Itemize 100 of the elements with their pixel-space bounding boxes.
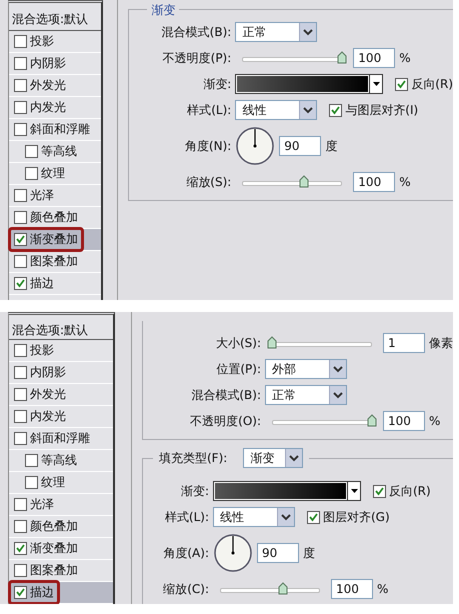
checkbox[interactable]: [329, 104, 342, 116]
item-label: 渐变叠加: [30, 540, 78, 557]
unit-label: %: [399, 175, 411, 189]
unit-label: 像素: [429, 334, 453, 352]
chevron-down-icon[interactable]: [285, 449, 302, 467]
checkbox[interactable]: [25, 167, 38, 180]
checkbox[interactable]: [373, 484, 386, 498]
checkbox[interactable]: [14, 277, 27, 290]
caret-icon[interactable]: [350, 488, 358, 494]
list-header[interactable]: 混合选项:默认: [9, 321, 113, 340]
checkbox[interactable]: [14, 586, 27, 599]
checkbox[interactable]: [14, 101, 27, 114]
sidebar-item[interactable]: 内阴影: [9, 362, 113, 384]
checkbox[interactable]: [14, 432, 27, 445]
sidebar-item[interactable]: 纹理: [9, 163, 102, 185]
chevron-down-icon[interactable]: [299, 23, 316, 41]
sidebar-item[interactable]: 外发光: [9, 75, 102, 97]
slider-thumb[interactable]: [278, 582, 288, 595]
sidebar-item[interactable]: 斜面和浮雕: [9, 428, 113, 450]
dropdown[interactable]: 正常: [235, 22, 318, 42]
checkbox[interactable]: [14, 255, 27, 268]
item-label: 斜面和浮雕: [30, 430, 90, 447]
gradient-picker[interactable]: [235, 74, 384, 94]
slider-thumb[interactable]: [299, 175, 310, 188]
sidebar-item[interactable]: 投影: [9, 340, 113, 362]
slider-thumb[interactable]: [337, 51, 348, 64]
checkbox[interactable]: [14, 344, 27, 357]
field-label: 缩放(S):: [185, 174, 232, 190]
checkbox[interactable]: [25, 454, 38, 467]
dropdown[interactable]: 线性: [235, 100, 318, 120]
number-field[interactable]: 100: [353, 48, 396, 68]
sidebar-item[interactable]: 渐变叠加: [9, 538, 113, 560]
sidebar-item[interactable]: 内发光: [9, 406, 113, 428]
sidebar-item[interactable]: 描边: [9, 582, 113, 604]
checkbox[interactable]: [14, 410, 27, 423]
sidebar-item[interactable]: 内阴影: [9, 53, 102, 75]
chevron-down-icon[interactable]: [299, 101, 316, 119]
checkbox[interactable]: [14, 233, 27, 246]
sidebar-item[interactable]: 渐变叠加: [9, 229, 102, 251]
list-header[interactable]: 混合选项:默认: [9, 9, 102, 31]
item-label: 投影: [30, 342, 54, 359]
checkbox-label: 与图层对齐(I): [345, 102, 418, 118]
checkbox[interactable]: [25, 476, 38, 489]
sidebar-item[interactable]: 描边: [9, 273, 102, 295]
checkbox[interactable]: [14, 520, 27, 533]
number-field[interactable]: 90: [279, 136, 322, 156]
dropdown[interactable]: 正常: [265, 385, 347, 405]
dropdown[interactable]: 外部: [265, 359, 347, 379]
sidebar-item[interactable]: 等高线: [9, 141, 102, 163]
angle-dial[interactable]: [213, 533, 253, 573]
dropdown[interactable]: 线性: [213, 507, 295, 527]
checkbox[interactable]: [14, 35, 27, 48]
sidebar-item[interactable]: 斜面和浮雕: [9, 119, 102, 141]
sidebar-item[interactable]: 光泽: [9, 494, 113, 516]
field-label: 样式(L):: [186, 102, 232, 118]
checkbox[interactable]: [14, 189, 27, 202]
checkbox[interactable]: [14, 542, 27, 555]
sidebar-item[interactable]: 投影: [9, 31, 102, 53]
checkbox[interactable]: [14, 79, 27, 92]
slider-thumb[interactable]: [367, 414, 377, 427]
sidebar-item[interactable]: 颜色叠加: [9, 207, 102, 229]
checkbox[interactable]: [14, 366, 27, 379]
field-label: 角度(N):: [184, 138, 232, 154]
sidebar-item[interactable]: 光泽: [9, 185, 102, 207]
chevron-down-icon[interactable]: [277, 508, 294, 526]
checkbox[interactable]: [14, 564, 27, 577]
chevron-down-icon[interactable]: [329, 360, 346, 378]
checkbox[interactable]: [14, 498, 27, 511]
sidebar-item[interactable]: 内发光: [9, 97, 102, 119]
number-field[interactable]: 100: [383, 411, 425, 431]
number-field[interactable]: 100: [331, 579, 373, 599]
field-label: 渐变:: [202, 76, 232, 92]
number-field[interactable]: 1: [383, 333, 425, 353]
item-label: 内阴影: [30, 55, 66, 72]
number-field[interactable]: 100: [353, 172, 396, 192]
checkbox[interactable]: [14, 123, 27, 136]
field-label: 不透明度(P):: [162, 50, 232, 66]
checkbox[interactable]: [14, 211, 27, 224]
checkbox[interactable]: [25, 145, 38, 158]
gradient-picker[interactable]: [213, 481, 361, 501]
caret-icon[interactable]: [372, 82, 380, 86]
sidebar-item[interactable]: 等高线: [9, 450, 113, 472]
checkbox[interactable]: [14, 57, 27, 70]
field-label: 样式(L):: [164, 508, 209, 526]
checkbox[interactable]: [14, 388, 27, 401]
item-label: 等高线: [41, 452, 77, 469]
dropdown[interactable]: 渐变: [243, 448, 304, 468]
item-label: 图案叠加: [30, 562, 78, 579]
sidebar-item[interactable]: 外发光: [9, 384, 113, 406]
number-field[interactable]: 90: [257, 543, 299, 563]
sidebar-item[interactable]: 图案叠加: [9, 251, 102, 273]
field-label: 混合模式(B):: [190, 386, 261, 404]
checkbox[interactable]: [395, 78, 408, 90]
sidebar-item[interactable]: 纹理: [9, 472, 113, 494]
angle-dial[interactable]: [235, 126, 276, 166]
sidebar-item[interactable]: 颜色叠加: [9, 516, 113, 538]
item-label: 颜色叠加: [30, 209, 78, 226]
checkbox[interactable]: [307, 510, 320, 524]
slider-thumb[interactable]: [267, 336, 277, 349]
chevron-down-icon[interactable]: [329, 386, 346, 404]
